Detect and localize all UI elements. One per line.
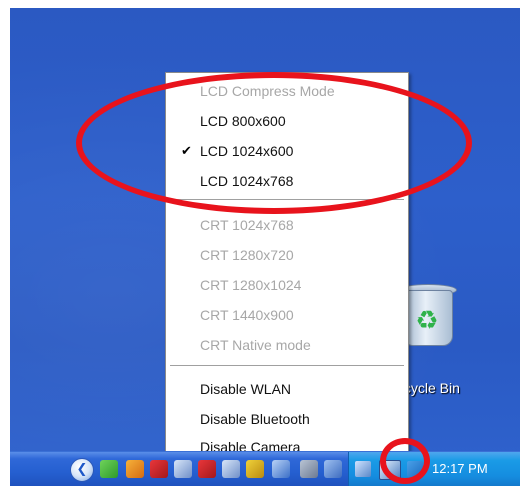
menu-item-label: CRT 1024x768	[200, 217, 294, 233]
quicklaunch-red-icon[interactable]	[150, 460, 168, 478]
quicklaunch-window-icon-2[interactable]	[222, 460, 240, 478]
quicklaunch-yellow-icon[interactable]	[246, 460, 264, 478]
menu-item-label: CRT 1440x900	[200, 307, 294, 323]
quicklaunch-red-icon-2[interactable]	[198, 460, 216, 478]
screenshot-frame: ♻ Recycle Bin LCD Compress Mode LCD 800x…	[10, 8, 520, 486]
quicklaunch-window-icon[interactable]	[174, 460, 192, 478]
annotation-circle-tray-icon	[380, 438, 430, 484]
menu-item-disable-bluetooth[interactable]: Disable Bluetooth	[166, 407, 408, 431]
taskbar: ❮ 12:17 PM	[10, 451, 520, 486]
menu-item-crt-1280x1024: CRT 1280x1024	[166, 273, 408, 297]
menu-item-label: CRT 1280x1024	[200, 277, 302, 293]
quicklaunch-orange-icon[interactable]	[126, 460, 144, 478]
menu-item-label: Disable Bluetooth	[200, 411, 310, 427]
menu-item-disable-wlan[interactable]: Disable WLAN	[166, 377, 408, 401]
taskbar-clock[interactable]: 12:17 PM	[432, 452, 488, 486]
menu-separator	[170, 365, 404, 367]
menu-item-label: Disable WLAN	[200, 381, 292, 397]
tray-network-icon[interactable]	[355, 461, 371, 477]
quicklaunch-gray-icon[interactable]	[300, 460, 318, 478]
annotation-ellipse-lcd-options	[76, 72, 472, 214]
quicklaunch-green-icon[interactable]	[100, 460, 118, 478]
menu-item-label: CRT 1280x720	[200, 247, 294, 263]
menu-item-crt-1280x720: CRT 1280x720	[166, 243, 408, 267]
menu-item-crt-1440x900: CRT 1440x900	[166, 303, 408, 327]
bluetooth-icon[interactable]	[272, 460, 290, 478]
back-arrow-icon[interactable]: ❮	[70, 458, 94, 482]
menu-item-label: CRT Native mode	[200, 337, 311, 353]
quicklaunch-blue-icon[interactable]	[324, 460, 342, 478]
recycle-arrows-icon: ♻	[415, 306, 439, 336]
menu-item-crt-native-mode: CRT Native mode	[166, 333, 408, 357]
menu-item-crt-1024x768: CRT 1024x768	[166, 213, 408, 237]
